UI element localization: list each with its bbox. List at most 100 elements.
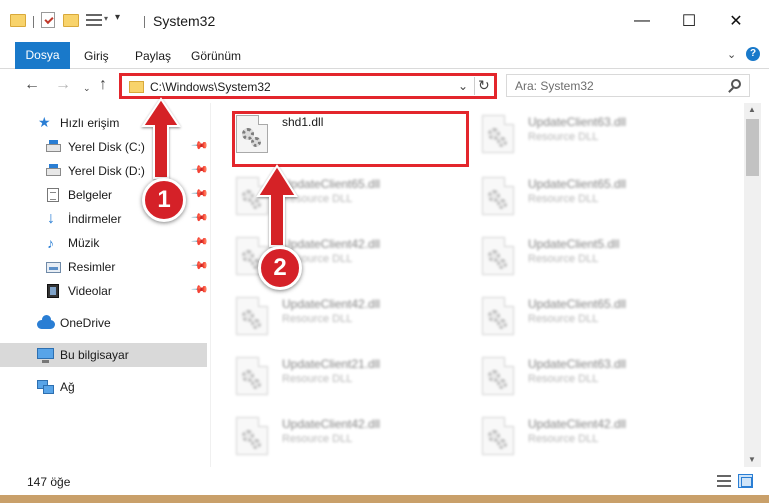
customize-quick-access-icon[interactable]: ▾ — [115, 12, 120, 30]
close-button[interactable]: ✕ — [713, 6, 759, 36]
dll-file-icon — [482, 417, 514, 455]
dll-file-icon — [482, 177, 514, 215]
file-type: Resource DLL — [282, 373, 353, 385]
dll-file-icon — [236, 297, 268, 335]
details-view-icon[interactable] — [717, 475, 731, 487]
ribbon-tabs: Dosya Giriş Paylaş Görünüm ⌄ ? — [0, 41, 769, 69]
file-item[interactable]: UpdateClient42.dll Resource DLL — [211, 227, 441, 283]
search-placeholder: Ara: System32 — [515, 79, 594, 93]
sidebar-item-quick-access[interactable]: ★ Hızlı erişim — [0, 111, 207, 135]
file-item[interactable]: UpdateClient42.dll Resource DLL — [457, 407, 687, 463]
file-name: UpdateClient65.dll — [528, 177, 627, 191]
file-item[interactable]: UpdateClient63.dll Resource DLL — [457, 105, 687, 161]
dll-file-icon — [236, 417, 268, 455]
documents-icon — [47, 188, 59, 202]
navigation-bar: ← → ⌄ ↑ C:\Windows\System32 ⌄ ↻ Ara: Sys… — [0, 70, 769, 102]
sidebar-item-this-pc[interactable]: Bu bilgisayar — [0, 343, 207, 367]
pin-icon[interactable]: 📌 — [190, 280, 209, 299]
up-button[interactable]: ↑ — [99, 77, 107, 93]
file-item[interactable]: UpdateClient65.dll Resource DLL — [211, 167, 441, 223]
sidebar-item-network[interactable]: Ağ — [0, 375, 207, 399]
sidebar-item-local-disk-c[interactable]: Yerel Disk (C:) 📌 — [0, 135, 209, 159]
pin-icon[interactable]: 📌 — [190, 184, 209, 203]
sidebar-item-label: Resimler — [68, 260, 116, 274]
download-icon: ↓ — [47, 210, 55, 227]
scroll-down-icon[interactable]: ▼ — [748, 455, 756, 464]
network-icon — [37, 380, 54, 394]
back-button[interactable]: ← — [24, 77, 40, 93]
file-type: Resource DLL — [282, 193, 353, 205]
expand-ribbon-icon[interactable]: ⌄ — [727, 48, 736, 61]
file-name: UpdateClient42.dll — [528, 417, 627, 431]
minimize-button[interactable]: — — [619, 6, 665, 36]
pictures-icon — [46, 262, 61, 273]
toolbar-separator — [144, 16, 145, 28]
sidebar-item-label: Videolar — [68, 284, 112, 298]
status-bar: 147 öğe — [0, 467, 769, 495]
tab-dosya[interactable]: Dosya — [15, 42, 70, 69]
maximize-button[interactable]: ☐ — [666, 6, 712, 36]
pin-icon[interactable]: 📌 — [190, 136, 209, 155]
help-icon[interactable]: ? — [746, 47, 760, 61]
dll-file-icon — [482, 297, 514, 335]
file-name: UpdateClient5.dll — [528, 237, 620, 251]
new-folder-icon[interactable] — [63, 14, 79, 27]
pin-icon[interactable]: 📌 — [190, 232, 209, 251]
address-bar[interactable]: C:\Windows\System32 ⌄ ↻ — [119, 73, 497, 99]
properties-icon[interactable] — [41, 12, 55, 28]
dll-file-icon — [482, 237, 514, 275]
pin-icon[interactable]: 📌 — [190, 256, 209, 275]
onedrive-icon — [37, 315, 55, 329]
file-name: UpdateClient21.dll — [282, 357, 381, 371]
refresh-icon[interactable]: ↻ — [478, 77, 490, 94]
file-item[interactable]: UpdateClient63.dll Resource DLL — [457, 347, 687, 403]
folder-icon[interactable] — [10, 14, 26, 27]
forward-button[interactable]: → — [55, 77, 71, 93]
title-bar: ▾ ▾ System32 — ☐ ✕ — [0, 0, 769, 40]
file-item[interactable]: UpdateClient42.dll Resource DLL — [211, 407, 441, 463]
sidebar-item-music[interactable]: ♪ Müzik 📌 — [0, 231, 209, 255]
file-type: Resource DLL — [528, 131, 599, 143]
search-icon[interactable] — [731, 79, 741, 89]
file-type: Resource DLL — [528, 433, 599, 445]
dll-file-icon — [236, 177, 268, 215]
pin-icon[interactable]: 📌 — [190, 160, 209, 179]
search-input[interactable]: Ara: System32 — [506, 74, 750, 97]
address-dropdown-icon[interactable]: ⌄ — [458, 79, 468, 93]
sidebar-item-label: Yerel Disk (D:) — [68, 164, 145, 178]
sidebar-item-videos[interactable]: Videolar 📌 — [0, 279, 209, 303]
scroll-thumb[interactable] — [746, 119, 759, 176]
dll-file-icon — [482, 115, 514, 153]
videos-icon — [47, 284, 59, 298]
file-item[interactable]: UpdateClient21.dll Resource DLL — [211, 347, 441, 403]
file-name: UpdateClient42.dll — [282, 417, 381, 431]
file-item[interactable]: UpdateClient42.dll Resource DLL — [211, 287, 441, 343]
large-icons-view-icon[interactable] — [738, 474, 753, 488]
view-options-dropdown-icon[interactable]: ▾ — [104, 14, 108, 32]
tab-paylas[interactable]: Paylaş — [127, 45, 179, 67]
callout-badge-2: 2 — [258, 246, 302, 290]
address-path[interactable]: C:\Windows\System32 — [150, 80, 271, 94]
file-type: Resource DLL — [282, 433, 353, 445]
recent-locations-icon[interactable]: ⌄ — [83, 80, 91, 96]
file-item[interactable]: UpdateClient5.dll Resource DLL — [457, 227, 687, 283]
sidebar-item-label: OneDrive — [60, 316, 111, 330]
file-item[interactable]: UpdateClient65.dll Resource DLL — [457, 287, 687, 343]
address-separator — [474, 77, 475, 95]
sidebar-item-onedrive[interactable]: OneDrive — [0, 311, 207, 335]
file-name: UpdateClient65.dll — [528, 297, 627, 311]
file-item[interactable]: UpdateClient65.dll Resource DLL — [457, 167, 687, 223]
tab-gorunum[interactable]: Görünüm — [183, 45, 249, 67]
scroll-up-icon[interactable]: ▲ — [748, 105, 756, 114]
sidebar-item-local-disk-d[interactable]: Yerel Disk (D:) 📌 — [0, 159, 209, 183]
vertical-scrollbar[interactable]: ▲ ▼ — [744, 103, 761, 467]
sidebar-item-pictures[interactable]: Resimler 📌 — [0, 255, 209, 279]
sidebar-item-label: Belgeler — [68, 188, 113, 202]
drive-icon — [46, 164, 61, 176]
navigation-pane: ★ Hızlı erişim Yerel Disk (C:) 📌 Yerel D… — [0, 103, 210, 467]
file-name: UpdateClient63.dll — [528, 115, 627, 129]
desktop-background-strip — [0, 495, 769, 503]
tab-giris[interactable]: Giriş — [76, 45, 117, 67]
pin-icon[interactable]: 📌 — [190, 208, 209, 227]
view-options-icon[interactable] — [86, 14, 102, 26]
